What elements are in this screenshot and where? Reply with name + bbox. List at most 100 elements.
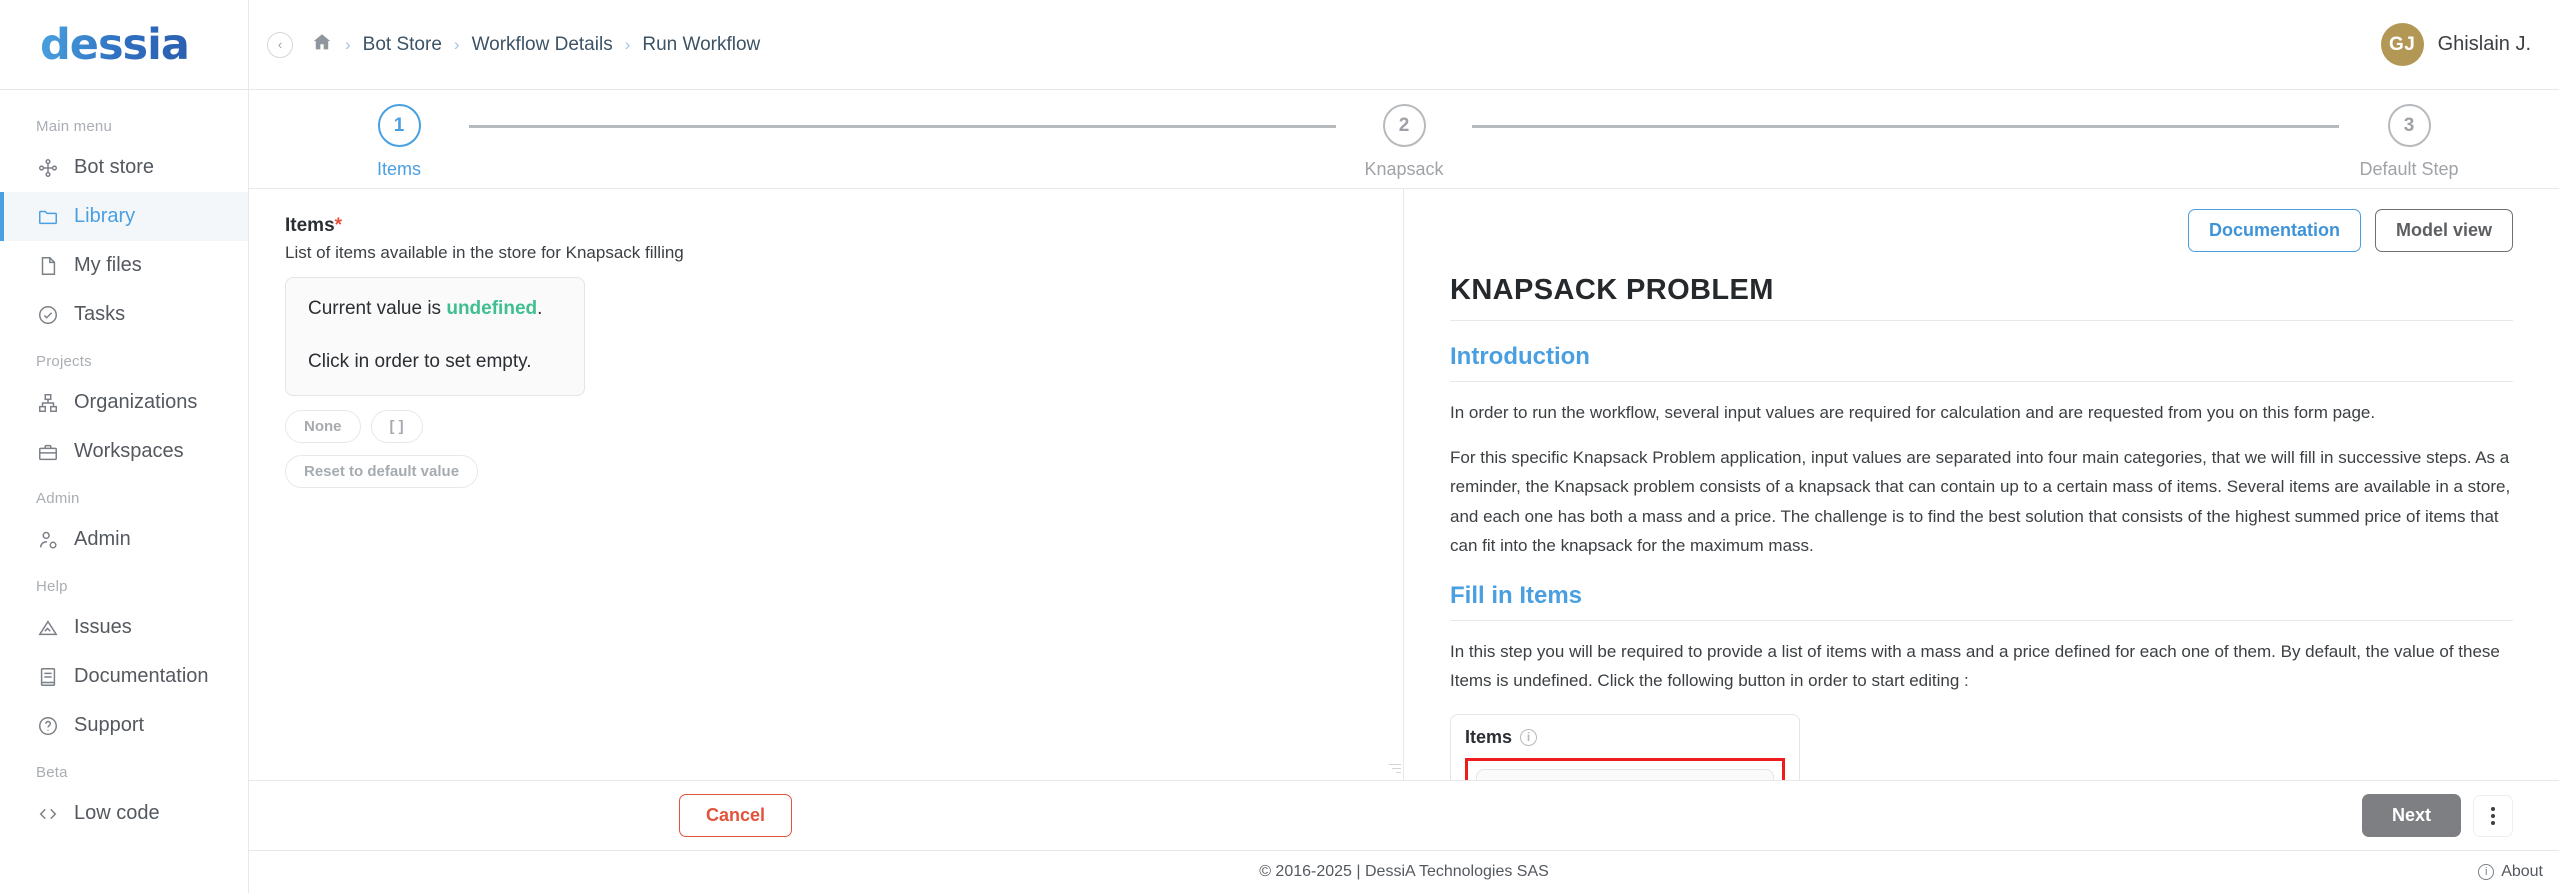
sidebar-section-admin: Admin (36, 490, 80, 507)
form-pane: Items* List of items available in the st… (249, 189, 1404, 780)
about-link[interactable]: i About (2478, 863, 2543, 881)
documentation-tab-button[interactable]: Documentation (2187, 209, 2361, 252)
breadcrumb-separator: › (345, 34, 351, 54)
top-bar: ‹ › Bot Store › Workflow Details › Run W… (249, 0, 2559, 90)
sidebar-item-label: Workspaces (74, 440, 184, 462)
value-line-suffix: . (537, 298, 543, 319)
items-value-box[interactable]: Current value is undefined. Click in ord… (285, 277, 585, 396)
documentation-body: KNAPSACK PROBLEM Introduction In order t… (1404, 262, 2559, 780)
sidebar-item-label: My files (74, 254, 142, 276)
sidebar-item-organizations[interactable]: Organizations (0, 378, 248, 427)
model-view-button[interactable]: Model view (2374, 209, 2513, 252)
sidebar-item-label: Low code (74, 802, 160, 824)
chip-none[interactable]: None (285, 410, 361, 443)
sidebar-item-label: Issues (74, 616, 132, 638)
sidebar-section-projects: Projects (36, 353, 92, 370)
sidebar-item-label: Support (74, 714, 145, 736)
sidebar-item-label: Organizations (74, 391, 198, 413)
avatar[interactable]: GJ (2380, 23, 2424, 66)
about-label: About (2501, 863, 2543, 880)
user-menu[interactable]: GJ Ghislain J. (2380, 23, 2531, 66)
chevron-left-icon[interactable]: ‹ (267, 31, 293, 58)
org-chart-icon (36, 391, 60, 415)
doc-title: KNAPSACK PROBLEM (1450, 274, 2513, 321)
breadcrumb-item-bot-store[interactable]: Bot Store (363, 34, 442, 56)
stepper-step-items[interactable]: 1 Items (299, 90, 499, 188)
sidebar-item-workspaces[interactable]: Workspaces (0, 427, 248, 476)
stepper-step-knapsack[interactable]: 2 Knapsack (1304, 90, 1504, 188)
value-chip-row: None [ ] (285, 410, 1373, 443)
brand-logo-text: dessia (40, 19, 190, 70)
workflow-stepper: 1 Items 2 Knapsack 3 Default Step (249, 90, 2559, 188)
cancel-button[interactable]: Cancel (679, 794, 793, 837)
stepper-step-label: Default Step (2359, 159, 2459, 179)
sidebar-item-label: Library (74, 205, 136, 227)
breadcrumb-item-run-workflow[interactable]: Run Workflow (642, 34, 760, 56)
sidebar-item-bot-store[interactable]: Bot store (0, 143, 248, 192)
sidebar-nav: Main menu Bot store Library My files Tas… (0, 90, 248, 893)
check-circle-icon (36, 303, 60, 327)
stepper-step-number: 1 (377, 104, 421, 147)
stepper-connector-2 (1472, 125, 2339, 128)
resize-handle[interactable] (1387, 764, 1401, 778)
doc-items-widget-preview: Items i Current value is undefined. Clic… (1450, 713, 1800, 780)
reset-to-default-button[interactable]: Reset to default value (285, 455, 479, 488)
stepper-step-number: 2 (1382, 104, 1426, 147)
question-circle-icon (36, 714, 60, 738)
doc-toolbar: Documentation Model view (1404, 189, 2559, 262)
home-icon[interactable] (311, 31, 333, 58)
doc-widget-highlight: Current value is undefined. Click in ord… (1465, 757, 1785, 780)
documentation-pane: Documentation Model view KNAPSACK PROBLE… (1404, 189, 2559, 780)
breadcrumb-item-workflow-details[interactable]: Workflow Details (472, 34, 613, 56)
bot-store-icon (36, 156, 60, 180)
sidebar-item-documentation[interactable]: Documentation (0, 652, 248, 701)
required-marker: * (334, 215, 343, 236)
doc-widget-value-box[interactable]: Current value is undefined. Click in ord… (1476, 768, 1774, 780)
main-area: ‹ › Bot Store › Workflow Details › Run W… (249, 0, 2559, 893)
warning-triangle-icon (36, 616, 60, 640)
value-line-hint: Click in order to set empty. (308, 351, 532, 372)
sidebar-item-tasks[interactable]: Tasks (0, 290, 248, 339)
breadcrumb-separator: › (624, 34, 631, 54)
breadcrumb: › Bot Store › Workflow Details › Run Wor… (311, 31, 760, 58)
doc-paragraph-2: For this specific Knapsack Problem appli… (1450, 448, 2511, 555)
briefcase-icon (36, 440, 60, 464)
app-root: dessia Main menu Bot store Library My fi… (0, 0, 2559, 893)
code-brackets-icon (36, 802, 60, 826)
field-description: List of items available in the store for… (285, 243, 684, 262)
kebab-menu-icon[interactable] (2473, 794, 2513, 837)
doc-widget-title: Items (1465, 726, 1513, 747)
brand-logo[interactable]: dessia (0, 0, 248, 90)
doc-paragraph-1: In order to run the workflow, several in… (1450, 403, 2376, 422)
info-icon[interactable]: i (1520, 728, 1538, 746)
sidebar-item-low-code[interactable]: Low code (0, 789, 248, 838)
chip-empty-list[interactable]: [ ] (370, 410, 423, 443)
sidebar-item-label: Tasks (74, 303, 126, 325)
field-label-items: Items* (267, 215, 1373, 237)
stepper-step-label: Knapsack (1364, 159, 1444, 179)
sidebar-item-issues[interactable]: Issues (0, 603, 248, 652)
sidebar-item-support[interactable]: Support (0, 701, 248, 750)
next-button[interactable]: Next (2361, 794, 2461, 837)
action-bar-right: Next (2361, 794, 2513, 837)
sidebar-item-library[interactable]: Library (0, 192, 248, 241)
doc-paragraph-3: In this step you will be required to pro… (1450, 642, 2500, 691)
doc-widget-header: Items i (1465, 727, 1785, 758)
sidebar-item-my-files[interactable]: My files (0, 241, 248, 290)
value-undefined: undefined (446, 298, 538, 319)
value-line-current: Current value is undefined. (308, 298, 562, 320)
sidebar-item-label: Bot store (74, 156, 155, 178)
user-name: Ghislain J. (2437, 33, 2531, 55)
sidebar-section-beta: Beta (36, 764, 68, 781)
sidebar: dessia Main menu Bot store Library My fi… (0, 0, 249, 893)
book-icon (36, 665, 60, 689)
sidebar-item-admin[interactable]: Admin (0, 515, 248, 564)
value-line-prefix: Current value is (308, 298, 447, 319)
stepper-step-number: 3 (2387, 104, 2431, 147)
stepper-step-default[interactable]: 3 Default Step (2309, 90, 2509, 188)
sidebar-item-label: Admin (74, 528, 131, 550)
doc-heading-introduction: Introduction (1450, 343, 2513, 382)
footer-copyright: © 2016-2025 | DessiA Technologies SAS (1259, 863, 1549, 880)
stepper-connector-1 (469, 125, 1336, 128)
field-label-text: Items (285, 215, 335, 236)
